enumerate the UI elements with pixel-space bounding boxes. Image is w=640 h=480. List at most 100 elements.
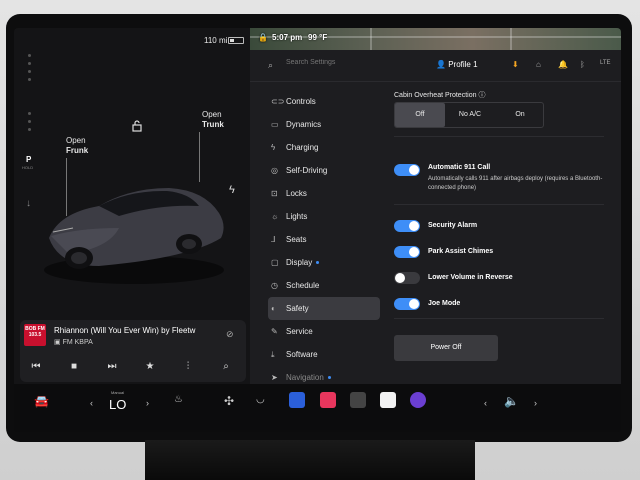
volume-icon[interactable]: 🔈 [504,394,519,408]
favorite-icon[interactable]: ★ [142,361,158,372]
nav-item-lights[interactable]: ☼ Lights [268,205,380,228]
chevron-left-icon[interactable]: ‹ [484,398,487,408]
search-icon: ⌕ [268,60,274,70]
nav-item-display[interactable]: ▢ Display [268,251,380,274]
car-icon[interactable]: 🚘 [34,394,49,408]
cabin-option-on[interactable]: On [495,103,545,127]
display-icon: ▢ [271,258,279,267]
display-mount [145,440,475,480]
profile-button[interactable]: 👤 Profile 1 [436,60,478,69]
nav-item-locks[interactable]: ⊡ Locks [268,182,380,205]
map-preview[interactable]: 🔒 5:07 pm 99 °F [250,28,621,50]
nav-label: Charging [286,143,319,152]
range-readout: 110 mi [204,36,228,45]
fan-icon[interactable]: ✣ [224,394,234,408]
search-icon[interactable]: ⌕ [218,361,234,372]
user-icon: 👤 [436,60,449,69]
toggle-knob [409,299,419,309]
prev-icon[interactable]: ⏮ [28,361,44,372]
lower-volume-toggle[interactable] [394,272,420,284]
cabin-option-off[interactable]: Off [395,103,445,127]
auto-911-toggle[interactable] [394,164,420,176]
equalizer-icon[interactable]: ⫶ [180,361,196,372]
nav-label: Service [286,327,313,336]
seat-heater-icon[interactable]: ♨ [174,394,183,405]
station-name: ▣ FM KBPA [54,338,93,346]
nav-item-charging[interactable]: ϟ Charging [268,136,380,159]
gear-dot [28,120,31,123]
cabin-option-no-ac[interactable]: No A/C [445,103,495,127]
autopilot-app-icon[interactable] [289,392,305,408]
joe-mode-label: Joe Mode [428,300,461,307]
music-app-icon[interactable] [320,392,336,408]
lte-icon: LTE [600,60,611,66]
camera-app-icon[interactable] [410,392,426,408]
security-alarm-toggle[interactable] [394,220,420,232]
power-off-button[interactable]: Power Off [394,335,498,361]
info-icon[interactable]: ⓘ [478,92,485,99]
mute-icon[interactable]: ⊘ [226,329,234,340]
search-settings-input[interactable] [286,59,406,66]
toggle-knob [409,221,419,231]
chevron-right-icon[interactable]: › [146,398,149,408]
nav-item-controls[interactable]: ⊂⊃ Controls [268,90,380,113]
calendar-app-icon[interactable] [380,392,396,408]
nav-label: Lights [286,212,308,221]
bell-icon[interactable]: 🔔 [558,60,568,69]
gear-dot [28,78,31,81]
nav-label: Navigation [286,373,324,382]
gear-dot [28,128,31,131]
nav-item-self-driving[interactable]: ◎ Self-Driving [268,159,380,182]
nav-item-dynamics[interactable]: ▭ Dynamics [268,113,380,136]
stop-icon[interactable]: ■ [66,361,82,372]
park-assist-toggle[interactable] [394,246,420,258]
lock-status-icon: 🔒 [258,33,268,42]
download-icon[interactable]: ⬇ [512,60,519,69]
gear-dot [28,54,31,57]
media-controls: ⏮ ■ ⏭ ★ ⫶ ⌕ [20,358,246,380]
defrost-icon[interactable]: ◡ [256,394,265,405]
arrow-down-icon: ↓ [26,198,31,209]
car-icon: ▭ [271,120,279,129]
settings-panel: ⌕ 👤 Profile 1 ⬇ ⌂ 🔔 ᛒ LTE ⊂⊃Controls ▭ Dy… [250,50,621,384]
open-frunk-button[interactable]: Open Frunk [66,136,88,156]
media-player[interactable]: BOB FM 103.5 Rhiannon (Will You Ever Win… [20,320,246,382]
bluetooth-icon[interactable]: ᛒ [580,60,585,69]
nav-item-safety[interactable]: ◐ Safety [268,297,380,320]
nav-label: Locks [286,189,307,198]
wrench-icon: ✎ [271,327,278,336]
frunk-line2: Frunk [66,146,89,155]
toggle-knob [395,273,405,283]
unlock-icon[interactable] [131,120,143,132]
map-road [250,36,621,38]
chevron-right-icon[interactable]: › [534,398,537,408]
divider [394,204,604,205]
park-assist-label: Park Assist Chimes [428,248,494,255]
auto-911-label: Automatic 911 Call [428,164,491,171]
toggle-knob [409,165,419,175]
clock-icon: ◷ [271,281,278,290]
nav-item-service[interactable]: ✎ Service [268,320,380,343]
update-dot [316,261,320,265]
nav-item-software[interactable]: ⤓ Software [268,343,380,366]
gear-dot [28,62,31,65]
open-trunk-button[interactable]: Open Trunk [202,110,224,130]
temp-mode-label: Manual [111,390,125,395]
bottom-dock: 🚘 ‹ Manual LO › ♨ ✣ ◡ ‹ 🔈 › [14,384,621,432]
next-icon[interactable]: ⏭ [104,361,120,372]
trunk-line2: Trunk [202,120,224,129]
divider [394,136,604,137]
nav-label: Display [286,258,313,267]
settings-nav: ⊂⊃ Controls ▭ Dynamics ϟ Charging ◎ Self-Dri… [268,90,380,389]
charge-port-icon[interactable]: ϟ [229,184,235,196]
nav-item-schedule[interactable]: ◷ Schedule [268,274,380,297]
homelink-icon[interactable]: ⌂ [536,60,541,69]
gear-selector[interactable]: P HOLD ↓ [22,48,38,209]
chevron-left-icon[interactable]: ‹ [90,398,93,408]
nav-item-seats[interactable]: ⅃ Seats [268,228,380,251]
joe-mode-toggle[interactable] [394,298,420,310]
apps-launcher-icon[interactable] [350,392,366,408]
battery-icon [228,37,244,44]
radio-icon: ▣ [54,339,63,346]
cabin-temp[interactable]: LO [109,397,126,412]
